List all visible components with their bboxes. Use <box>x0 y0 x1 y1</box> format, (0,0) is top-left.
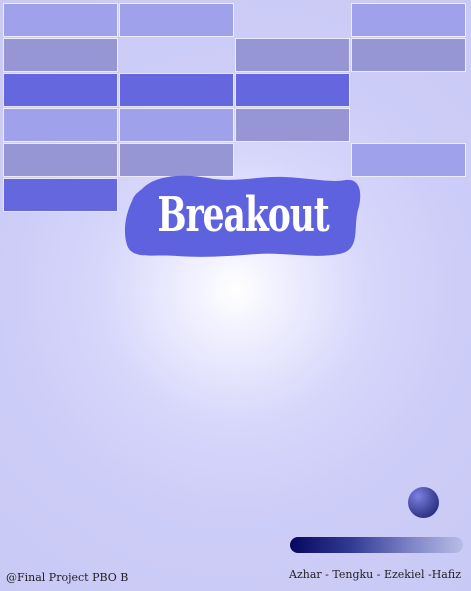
brick <box>3 3 118 37</box>
game-title: Breakout <box>157 187 329 243</box>
game-window[interactable]: Breakout @Final Project PBO B Azhar - Te… <box>0 0 471 591</box>
brick <box>235 73 350 107</box>
brick <box>3 73 118 107</box>
brick <box>235 108 350 142</box>
brick <box>3 178 118 212</box>
paddle[interactable] <box>290 537 463 553</box>
footer-authors: Azhar - Tengku - Ezekiel -Hafiz <box>289 568 461 581</box>
brick <box>351 38 466 72</box>
brick <box>235 38 350 72</box>
brick <box>119 3 234 37</box>
brick <box>119 73 234 107</box>
title-banner: Breakout <box>124 168 362 260</box>
brick <box>351 143 466 177</box>
ball <box>408 487 439 518</box>
brick <box>3 143 118 177</box>
brick <box>351 3 466 37</box>
brick <box>3 38 118 72</box>
brick <box>3 108 118 142</box>
brick <box>119 108 234 142</box>
footer-credit: @Final Project PBO B <box>6 571 129 584</box>
